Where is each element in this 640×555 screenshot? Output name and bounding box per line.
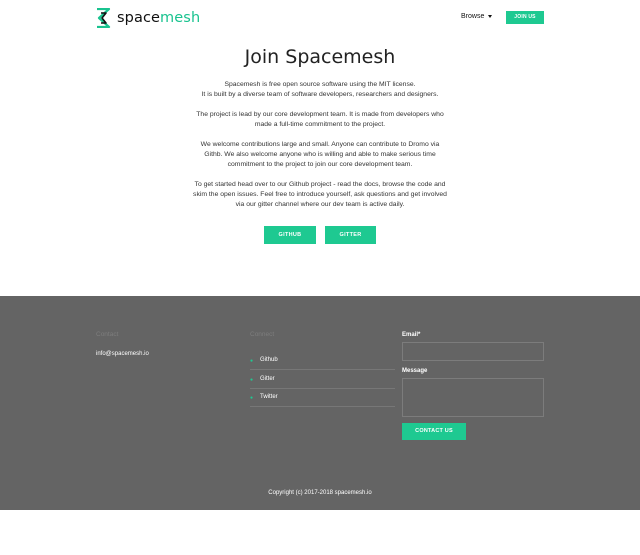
team-line: The project is lead by our core developm… — [196, 111, 444, 118]
caret-down-icon — [488, 15, 493, 18]
contact-us-button[interactable]: CONTACT US — [402, 423, 466, 440]
footer-link-label: Gitter — [260, 376, 275, 382]
bullet-icon: ● — [250, 395, 254, 401]
browse-label: Browse — [461, 13, 485, 20]
get-started-line: skim the open issues. Feel free to intro… — [193, 191, 447, 198]
contributions-line: Githb. We also welcome anyone who is wil… — [204, 151, 436, 158]
join-us-button[interactable]: JOIN US — [506, 11, 544, 24]
contributions-line: We welcome contributions large and small… — [200, 141, 440, 148]
browse-dropdown[interactable]: Browse — [461, 13, 493, 20]
contributions-paragraph: We welcome contributions large and small… — [170, 140, 470, 170]
footer-link-twitter[interactable]: ● Twitter — [250, 389, 395, 407]
spacemesh-logo-icon — [97, 8, 111, 28]
footer-link-label: Twitter — [260, 394, 278, 400]
footer-link-gitter[interactable]: ● Gitter — [250, 371, 395, 389]
bullet-icon: ● — [250, 358, 254, 364]
site-header: spacemesh Browse JOIN US — [0, 0, 640, 36]
intro-line: It is built by a diverse team of softwar… — [201, 91, 439, 98]
page-title: Join Spacemesh — [244, 46, 396, 68]
footer-link-label: Github — [260, 357, 278, 363]
gitter-button[interactable]: GITTER — [325, 226, 376, 244]
get-started-line: To get started head over to our Github p… — [194, 181, 446, 188]
logo-text-suffix: mesh — [160, 10, 201, 26]
copyright-text: Copyright (c) 2017-2018 spacemesh.io — [268, 490, 372, 496]
intro-paragraph: Spacemesh is free open source software u… — [170, 80, 470, 100]
bullet-icon: ● — [250, 377, 254, 383]
email-field[interactable] — [402, 342, 544, 361]
site-footer: Contact Connect info@spacemesh.io ● Gith… — [0, 296, 640, 510]
logo-text-prefix: space — [117, 10, 161, 26]
contact-heading: Contact — [96, 331, 119, 338]
github-button[interactable]: GITHUB — [264, 226, 316, 244]
logo[interactable]: spacemesh — [96, 8, 200, 28]
email-label: Email* — [402, 332, 421, 338]
get-started-line: via our gitter channel where our dev tea… — [235, 201, 405, 208]
intro-line: Spacemesh is free open source software u… — [224, 81, 416, 88]
message-field[interactable] — [402, 378, 544, 417]
message-label: Message — [402, 368, 428, 374]
footer-link-github[interactable]: ● Github — [250, 352, 395, 370]
team-line: made a full-time commitment to the proje… — [254, 121, 386, 128]
contact-email-link[interactable]: info@spacemesh.io — [96, 351, 149, 357]
get-started-paragraph: To get started head over to our Github p… — [170, 180, 470, 210]
team-paragraph: The project is lead by our core developm… — [170, 110, 470, 130]
contributions-line: commitment to the project to join our co… — [227, 161, 413, 168]
connect-heading: Connect — [250, 331, 275, 338]
logo-text: spacemesh — [117, 8, 200, 28]
